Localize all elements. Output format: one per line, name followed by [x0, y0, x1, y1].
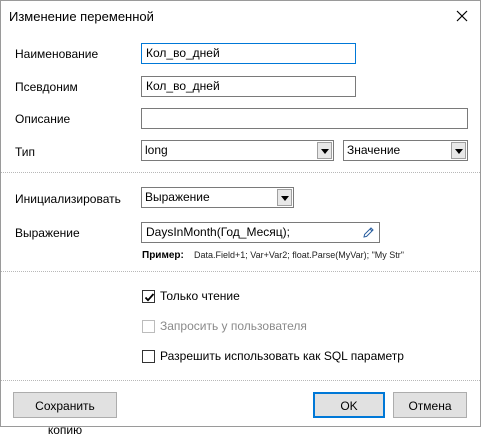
ask-user-option[interactable]: Запросить у пользователя [142, 318, 307, 334]
sql-param-label: Разрешить использовать как SQL параметр [160, 349, 404, 363]
init-select[interactable]: Выражение [141, 187, 294, 208]
save-copy-button[interactable]: Сохранить копию [13, 392, 117, 437]
chevron-down-icon[interactable] [451, 142, 466, 159]
example-text: Data.Field+1; Var+Var2; float.Parse(MyVa… [194, 250, 404, 260]
alias-input[interactable]: Кол_во_дней [141, 76, 356, 97]
description-label: Описание [15, 112, 71, 126]
chevron-down-icon[interactable] [277, 189, 292, 206]
expression-input-value: DaysInMonth(Год_Месяц); [146, 225, 290, 239]
readonly-label: Только чтение [160, 289, 240, 303]
name-input[interactable]: Кол_во_дней [141, 43, 356, 64]
dialog-title: Изменение переменной [9, 9, 154, 24]
init-label: Инициализировать [15, 192, 121, 206]
cancel-button[interactable]: Отмена [393, 392, 467, 418]
kind-select-value: Значение [347, 143, 401, 157]
ask-user-checkbox[interactable] [142, 319, 155, 333]
close-icon[interactable] [454, 8, 470, 24]
ask-user-label: Запросить у пользователя [160, 319, 307, 333]
readonly-checkbox[interactable] [142, 289, 155, 303]
expression-label: Выражение [15, 226, 80, 240]
sql-param-option[interactable]: Разрешить использовать как SQL параметр [142, 348, 404, 364]
example-label: Пример: [142, 250, 184, 261]
button-bar: Сохранить копию OK Отмена [1, 381, 480, 437]
type-select[interactable]: long [141, 140, 334, 161]
separator [1, 271, 480, 272]
expression-input[interactable]: DaysInMonth(Год_Месяц); [141, 222, 380, 243]
alias-label: Псевдоним [15, 80, 78, 94]
kind-select[interactable]: Значение [343, 140, 468, 161]
name-label: Наименование [15, 47, 99, 61]
title-bar: Изменение переменной [1, 1, 480, 31]
type-label: Тип [15, 145, 36, 159]
type-select-value: long [145, 143, 168, 157]
sql-param-checkbox[interactable] [142, 349, 155, 363]
ok-button[interactable]: OK [313, 392, 385, 418]
edit-variable-dialog: Изменение переменной Наименование Кол_во… [0, 0, 481, 437]
description-input[interactable] [141, 108, 468, 129]
chevron-down-icon[interactable] [317, 142, 332, 159]
separator [1, 172, 480, 173]
readonly-option[interactable]: Только чтение [142, 288, 240, 304]
init-select-value: Выражение [145, 190, 210, 204]
pencil-icon[interactable] [362, 226, 375, 239]
